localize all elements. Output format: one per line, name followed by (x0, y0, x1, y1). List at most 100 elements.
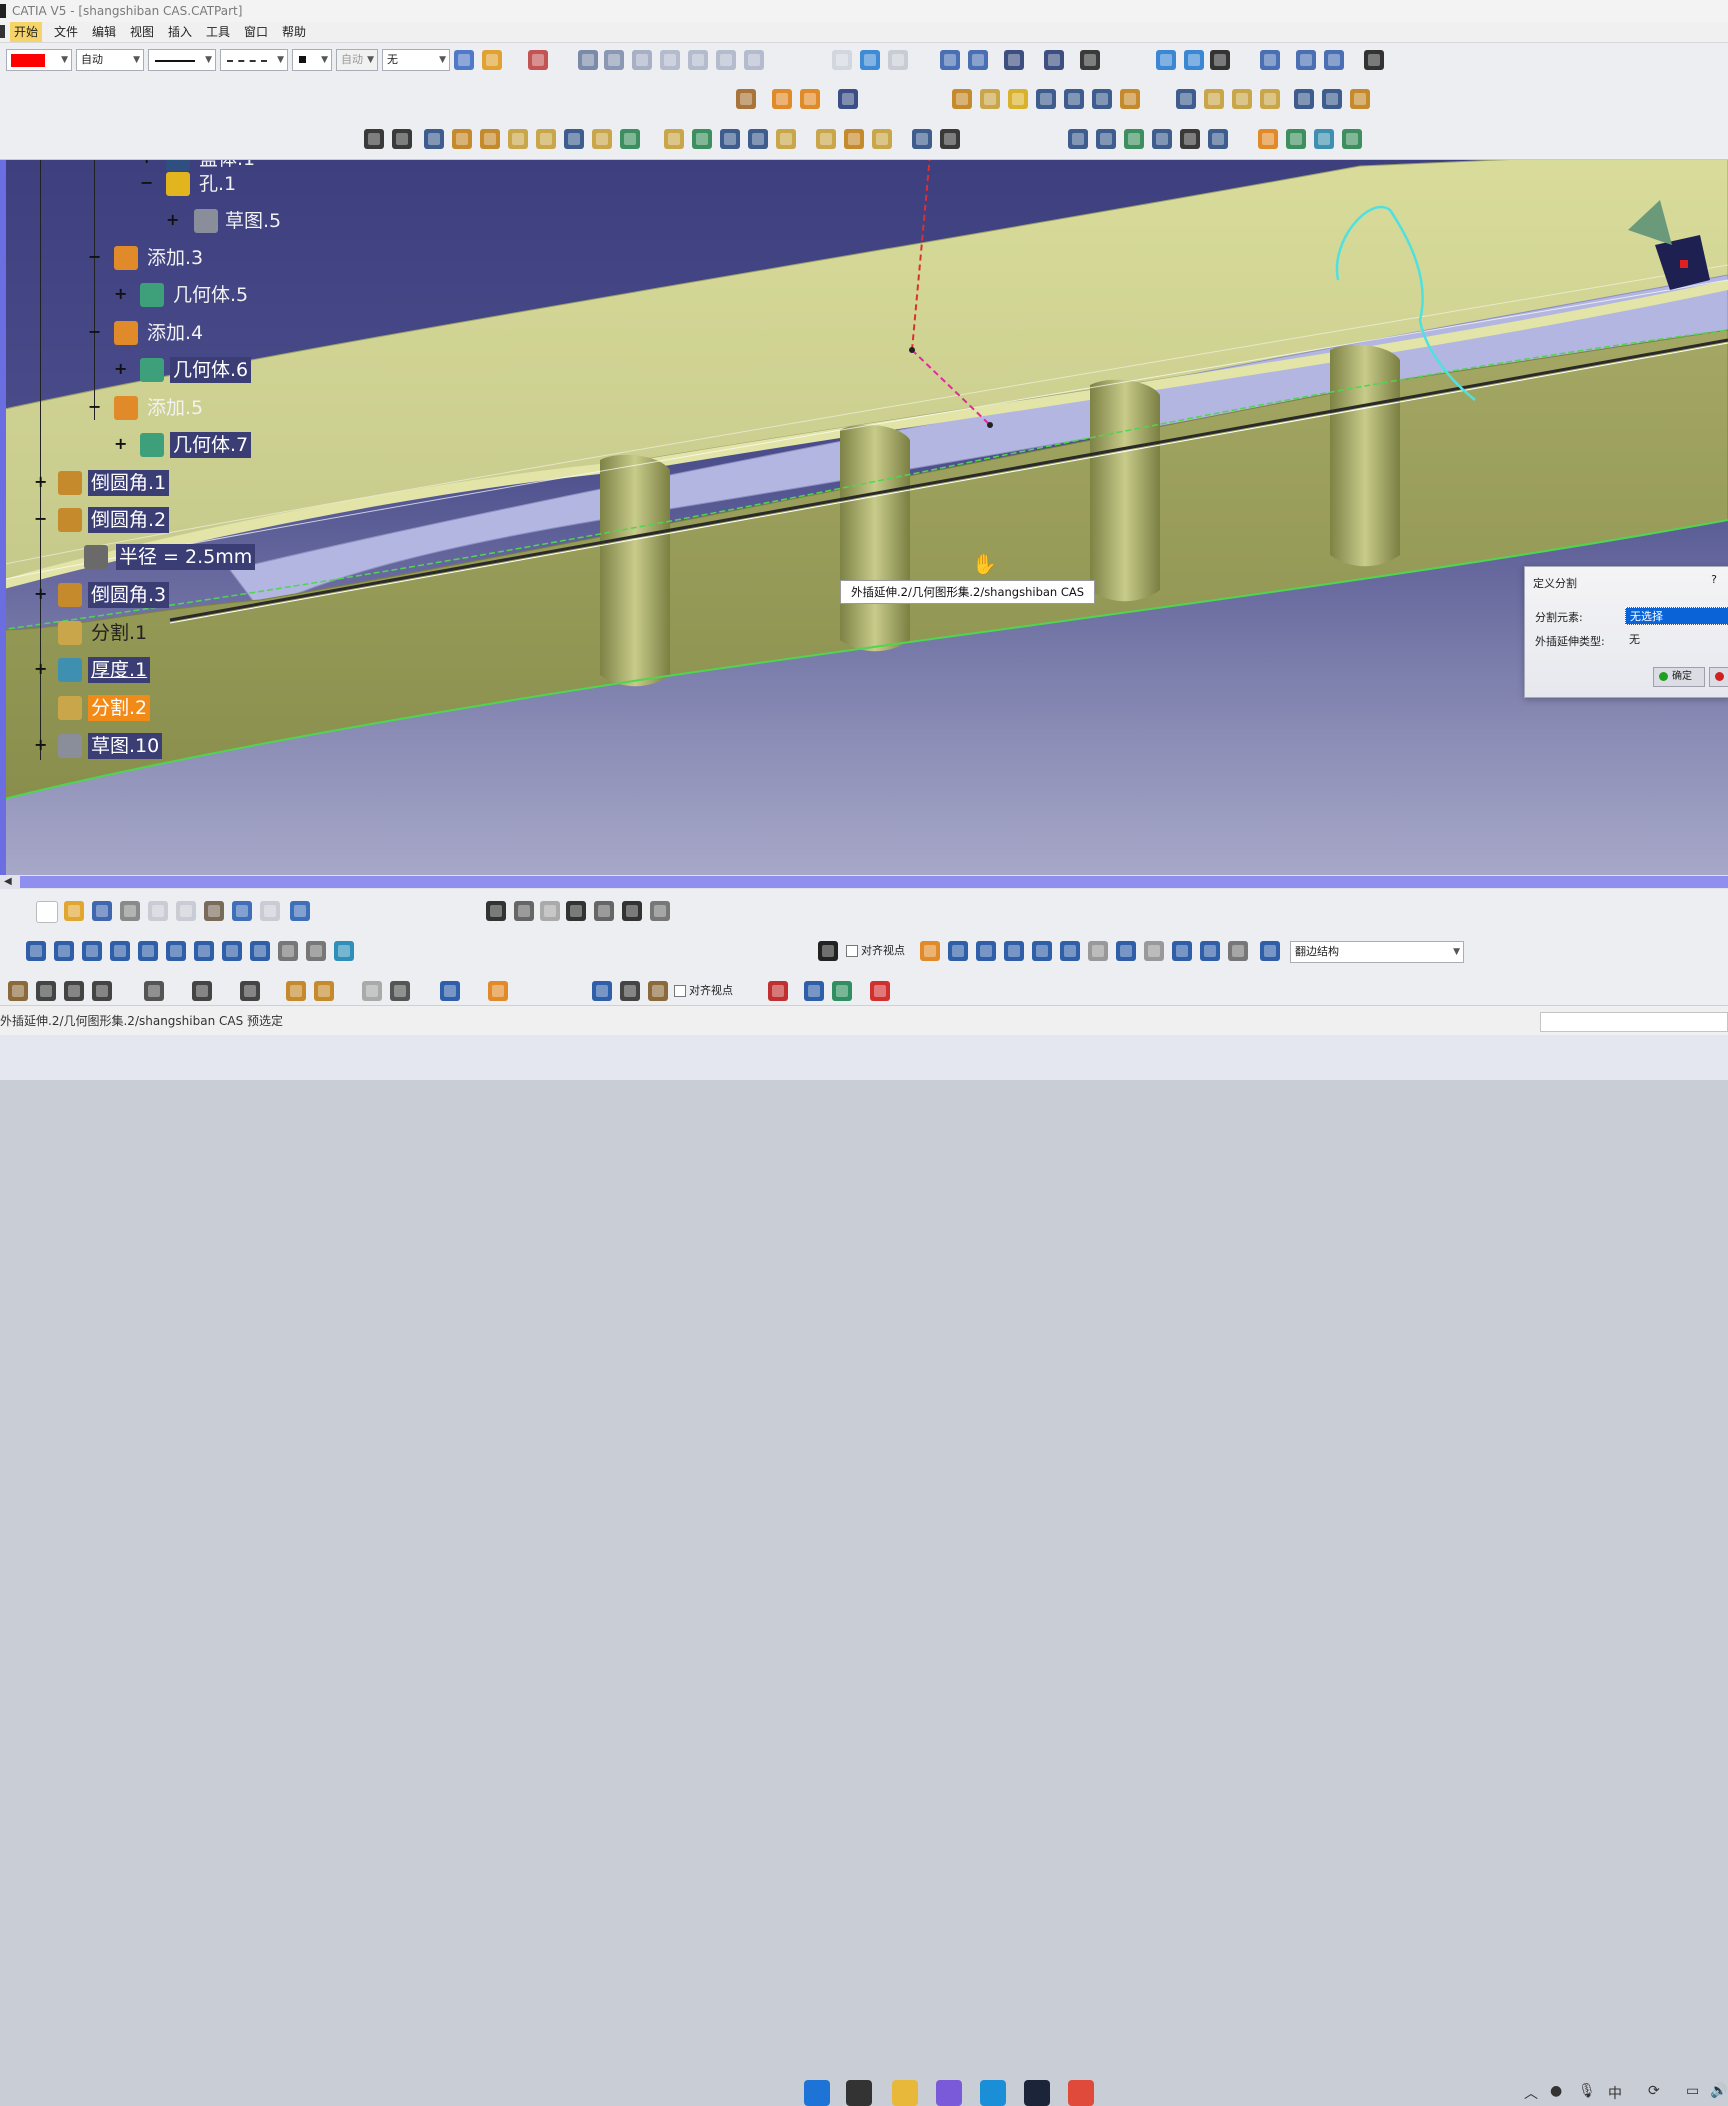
clip-icon[interactable] (390, 981, 410, 1001)
color-combo[interactable]: ▼ (6, 49, 72, 71)
annotation-icon[interactable] (912, 129, 932, 149)
menu-tools[interactable]: 工具 (202, 22, 234, 42)
microphone-icon[interactable]: 🎙 (1578, 2083, 1596, 2099)
properties-icon[interactable] (528, 50, 548, 70)
minus-icon[interactable]: − (34, 511, 47, 527)
thick-surface-icon[interactable] (536, 129, 556, 149)
sheet-icon[interactable] (286, 981, 306, 1001)
snap-icon[interactable] (1080, 50, 1100, 70)
zoom-in-icon[interactable] (138, 941, 158, 961)
hand-grab-icon[interactable] (488, 981, 508, 1001)
table-icon[interactable] (1324, 50, 1344, 70)
table-tool-icon[interactable] (566, 901, 586, 921)
geometrical-set-icon[interactable] (1286, 129, 1306, 149)
sketch-tool-icon[interactable] (364, 129, 384, 149)
edge-browser-icon[interactable] (980, 2080, 1006, 2106)
symmetry-icon[interactable] (720, 129, 740, 149)
eraser-icon[interactable] (888, 50, 908, 70)
surface-e-icon[interactable] (1180, 129, 1200, 149)
point-style-combo[interactable]: ▼ (292, 49, 332, 71)
structure-icon[interactable] (1172, 941, 1192, 961)
surface-pick-icon[interactable] (1144, 941, 1164, 961)
assemble-icon[interactable] (772, 89, 792, 109)
material-icon[interactable] (8, 981, 28, 1001)
pattern-icon[interactable] (816, 129, 836, 149)
surface-c-icon[interactable] (1124, 129, 1144, 149)
dimension-icon[interactable] (240, 981, 260, 1001)
ruler-b-icon[interactable] (592, 981, 612, 1001)
multi-view-icon[interactable] (222, 941, 242, 961)
checkbox-icon[interactable] (674, 985, 686, 997)
plus-icon[interactable]: + (34, 474, 47, 490)
layer-tool-icon[interactable] (1228, 941, 1248, 961)
copy-icon[interactable] (176, 901, 196, 921)
menu-window[interactable]: 窗口 (240, 22, 272, 42)
pick-icon[interactable] (1116, 941, 1136, 961)
extrapolation-type-value[interactable]: 无 (1625, 631, 1728, 649)
scroll-left-icon[interactable]: ◀ (4, 875, 12, 889)
workbench-icon[interactable] (1004, 50, 1024, 70)
parts-icon[interactable] (1296, 50, 1316, 70)
ok-button[interactable]: 确定 (1653, 667, 1705, 687)
plus-icon[interactable]: + (114, 361, 127, 377)
rotate-icon[interactable] (692, 129, 712, 149)
network-icon[interactable]: ● (1550, 2083, 1562, 2099)
part-icon[interactable] (1200, 941, 1220, 961)
windows-start-icon[interactable] (804, 2080, 830, 2106)
comment-icon[interactable] (514, 901, 534, 921)
redo-icon[interactable] (260, 901, 280, 921)
hole-tool-icon[interactable] (1064, 89, 1084, 109)
formula-icon[interactable] (486, 901, 506, 921)
minus-icon[interactable]: − (140, 175, 153, 191)
pan-icon[interactable] (82, 941, 102, 961)
curve-icon[interactable] (860, 50, 880, 70)
line-style-combo[interactable]: ▼ (220, 49, 288, 71)
tray-app-icon[interactable]: ⟳ (1648, 2083, 1660, 2099)
menu-file[interactable]: 文件 (50, 22, 82, 42)
ruler-icon[interactable] (144, 981, 164, 1001)
plus-icon[interactable]: + (34, 661, 47, 677)
plus-icon[interactable]: + (166, 212, 179, 228)
painter-icon[interactable] (454, 50, 474, 70)
copy-format-icon[interactable] (482, 50, 502, 70)
map-icon[interactable] (832, 981, 852, 1001)
update-icon[interactable] (744, 50, 764, 70)
cancel-button[interactable] (1709, 667, 1728, 687)
menu-help[interactable]: 帮助 (278, 22, 310, 42)
cut-icon[interactable] (148, 901, 168, 921)
ordered-set-icon[interactable] (1314, 129, 1334, 149)
whats-this-icon[interactable] (290, 901, 310, 921)
pad-icon[interactable] (424, 129, 444, 149)
minus-icon[interactable]: − (88, 399, 101, 415)
fillet-tool-icon[interactable] (1176, 89, 1196, 109)
print-icon[interactable] (120, 901, 140, 921)
file-explorer-icon[interactable] (892, 2080, 918, 2106)
intersect-icon[interactable] (800, 89, 820, 109)
menu-edit[interactable]: 编辑 (88, 22, 120, 42)
plus-icon[interactable]: + (140, 160, 153, 166)
plane-icon[interactable] (940, 50, 960, 70)
scaling-icon[interactable] (748, 129, 768, 149)
extract-icon[interactable] (620, 129, 640, 149)
hole-icon[interactable] (480, 129, 500, 149)
document-menu-icon[interactable] (0, 25, 5, 38)
hand-tool-icon[interactable] (920, 941, 940, 961)
layout-icon[interactable] (1032, 941, 1052, 961)
open-icon[interactable] (64, 901, 84, 921)
lock-icon[interactable] (622, 901, 642, 921)
thickness-tool-icon[interactable] (1294, 89, 1314, 109)
flange-icon[interactable] (1260, 941, 1280, 961)
boolean-icon[interactable] (736, 89, 756, 109)
plus-icon[interactable]: + (114, 436, 127, 452)
line-weight-combo[interactable]: 自动 ▼ (76, 49, 144, 71)
relations-icon[interactable] (1184, 50, 1204, 70)
db-icon[interactable] (620, 981, 640, 1001)
copy-view-icon[interactable] (362, 981, 382, 1001)
rib-tool-icon[interactable] (1092, 89, 1112, 109)
chamfer-tool-icon[interactable] (1204, 89, 1224, 109)
sketcher-icon[interactable] (1156, 50, 1176, 70)
surface-b-icon[interactable] (1096, 129, 1116, 149)
plus-icon[interactable]: + (34, 737, 47, 753)
display-icon[interactable]: ▭ (1686, 2083, 1699, 2099)
remove-face-tool-icon[interactable] (1350, 89, 1370, 109)
